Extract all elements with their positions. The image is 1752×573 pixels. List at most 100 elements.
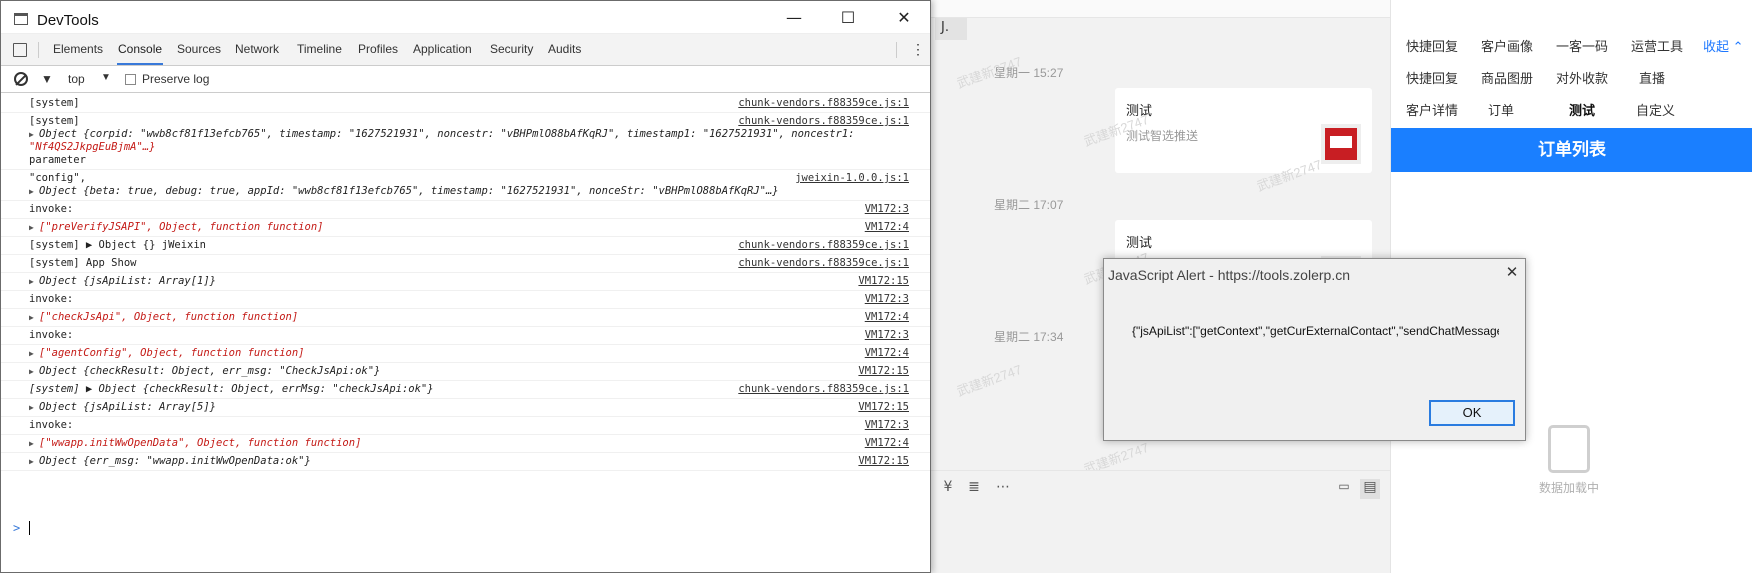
tab-sources[interactable]: Sources [176, 34, 222, 65]
log-text[interactable]: [system] ▶ Object {checkResult: Object, … [29, 383, 434, 395]
log-array[interactable]: ["preVerifyJSAPI", Object, function func… [29, 221, 323, 233]
tab-quick-reply-2[interactable]: 快捷回复 [1406, 68, 1458, 87]
chat-composer[interactable]: ¥ ≣ ⋯ ▭ ▤ [930, 470, 1390, 573]
source-link[interactable]: chunk-vendors.f88359ce.js:1 [738, 257, 909, 270]
more-icon[interactable]: ⋯ [993, 479, 1013, 499]
tab-audits[interactable]: Audits [547, 34, 582, 65]
tab-timeline[interactable]: Timeline [296, 34, 343, 65]
source-link[interactable]: VM172:3 [865, 203, 909, 216]
tab-live[interactable]: 直播 [1639, 68, 1665, 87]
context-selector[interactable]: top [68, 72, 85, 86]
console-row: invoke: VM172:3 [1, 201, 930, 219]
expand-arrow-icon[interactable]: ▶ [29, 365, 34, 378]
source-link[interactable]: VM172:15 [858, 401, 909, 414]
log-object-cont: "Nf4QS2JkpgEuBjmA"…} [29, 141, 156, 153]
card-thumbnail [1321, 124, 1361, 164]
tab-elements[interactable]: Elements [52, 34, 104, 65]
close-icon[interactable]: ✕ [1502, 263, 1522, 281]
screenshot-icon[interactable]: ▭ [1334, 479, 1354, 499]
log-text: [system] [29, 115, 80, 127]
ok-button[interactable]: OK [1429, 400, 1515, 426]
devtools-app-icon [14, 13, 28, 25]
tab-external-payment[interactable]: 对外收款 [1556, 68, 1608, 87]
source-link[interactable]: VM172:4 [865, 437, 909, 450]
source-link[interactable]: VM172:3 [865, 293, 909, 306]
preserve-log-checkbox[interactable] [125, 74, 136, 85]
expand-arrow-icon[interactable]: ▶ [29, 401, 34, 414]
source-link[interactable]: chunk-vendors.f88359ce.js:1 [738, 383, 909, 396]
document-icon[interactable]: ≣ [964, 479, 984, 499]
log-object[interactable]: Object {beta: true, debug: true, appId: … [29, 185, 779, 197]
tab-custom[interactable]: 自定义 [1636, 100, 1675, 119]
tab-customer-code[interactable]: 一客一码 [1556, 36, 1608, 55]
devtools-titlebar[interactable]: DevTools — ☐ ✕ [1, 1, 930, 34]
maximize-button[interactable]: ☐ [833, 7, 863, 29]
filter-icon[interactable]: ▼ [41, 72, 53, 86]
more-options-icon[interactable]: ⋮ [911, 41, 925, 58]
layout-icon[interactable]: ▤ [1360, 479, 1380, 499]
source-link[interactable]: chunk-vendors.f88359ce.js:1 [738, 239, 909, 252]
minimize-button[interactable]: — [779, 7, 809, 29]
console-row: [system] ▶ Object {checkResult: Object, … [1, 381, 930, 399]
tab-customer-details[interactable]: 客户详情 [1406, 100, 1458, 119]
tab-security[interactable]: Security [489, 34, 534, 65]
source-link[interactable]: VM172:4 [865, 347, 909, 360]
tab-application[interactable]: Application [412, 34, 473, 65]
source-link[interactable]: VM172:4 [865, 221, 909, 234]
expand-arrow-icon[interactable]: ▶ [29, 185, 34, 198]
expand-arrow-icon[interactable]: ▶ [29, 128, 34, 141]
log-text: invoke: [29, 203, 74, 215]
source-link[interactable]: chunk-vendors.f88359ce.js:1 [738, 115, 909, 128]
expand-arrow-icon[interactable]: ▶ [29, 311, 34, 324]
console-row: invoke: VM172:3 [1, 417, 930, 435]
tab-orders[interactable]: 订单 [1488, 100, 1514, 119]
collapse-label: 收起 [1703, 39, 1730, 54]
log-text: invoke: [29, 293, 74, 305]
log-array[interactable]: ["agentConfig", Object, function functio… [29, 347, 305, 359]
message-card[interactable]: 测试 测试智选推送 [1115, 88, 1372, 173]
console-filter-bar: ▼ top ▼ Preserve log [1, 66, 930, 93]
expand-arrow-icon[interactable]: ▶ [29, 437, 34, 450]
source-link[interactable]: VM172:4 [865, 311, 909, 324]
tab-separator [896, 42, 897, 58]
tab-customer-profile[interactable]: 客户画像 [1481, 36, 1533, 55]
console-row: invoke: VM172:3 [1, 327, 930, 345]
log-array[interactable]: ["wwapp.initWwOpenData", Object, functio… [29, 437, 361, 449]
currency-icon[interactable]: ¥ [938, 479, 958, 499]
log-object[interactable]: Object {checkResult: Object, err_msg: "C… [29, 365, 380, 377]
source-link[interactable]: jweixin-1.0.0.js:1 [795, 172, 909, 185]
chevron-down-icon[interactable]: ▼ [101, 72, 111, 83]
log-array[interactable]: ["checkJsApi", Object, function function… [29, 311, 298, 323]
console-prompt-icon: > [13, 521, 21, 535]
expand-arrow-icon[interactable]: ▶ [29, 455, 34, 468]
expand-arrow-icon[interactable]: ▶ [29, 347, 34, 360]
log-object[interactable]: Object {err_msg: "wwapp.initWwOpenData:o… [29, 455, 311, 467]
expand-arrow-icon[interactable]: ▶ [29, 221, 34, 234]
console-input[interactable] [29, 521, 30, 535]
console-row: invoke: VM172:3 [1, 291, 930, 309]
source-link[interactable]: VM172:15 [858, 275, 909, 288]
tab-network[interactable]: Network [234, 34, 280, 65]
tab-ops-tools[interactable]: 运营工具 [1631, 36, 1683, 55]
source-link[interactable]: VM172:3 [865, 329, 909, 342]
source-link[interactable]: VM172:15 [858, 365, 909, 378]
source-link[interactable]: VM172:15 [858, 455, 909, 468]
chevron-up-icon: ⌃ [1732, 39, 1744, 54]
close-button[interactable]: ✕ [889, 7, 919, 29]
log-text[interactable]: [system] ▶ Object {} jWeixin [29, 239, 206, 251]
tab-console[interactable]: Console [117, 34, 164, 65]
console-row: ▶ ["checkJsApi", Object, function functi… [1, 309, 930, 327]
source-link[interactable]: chunk-vendors.f88359ce.js:1 [738, 97, 909, 110]
clear-console-icon[interactable] [14, 72, 28, 86]
log-object[interactable]: Object {jsApiList: Array[1]} [29, 275, 216, 287]
log-object[interactable]: Object {corpid: "wwb8cf81f13efcb765", ti… [29, 128, 854, 140]
source-link[interactable]: VM172:3 [865, 419, 909, 432]
tab-product-album[interactable]: 商品图册 [1481, 68, 1533, 87]
tab-quick-reply[interactable]: 快捷回复 [1406, 36, 1458, 55]
expand-arrow-icon[interactable]: ▶ [29, 275, 34, 288]
tab-test[interactable]: 测试 [1569, 100, 1595, 119]
inspect-element-icon[interactable] [13, 43, 27, 57]
tab-profiles[interactable]: Profiles [357, 34, 399, 65]
log-object[interactable]: Object {jsApiList: Array[5]} [29, 401, 216, 413]
collapse-button[interactable]: 收起 ⌃ [1703, 36, 1744, 55]
